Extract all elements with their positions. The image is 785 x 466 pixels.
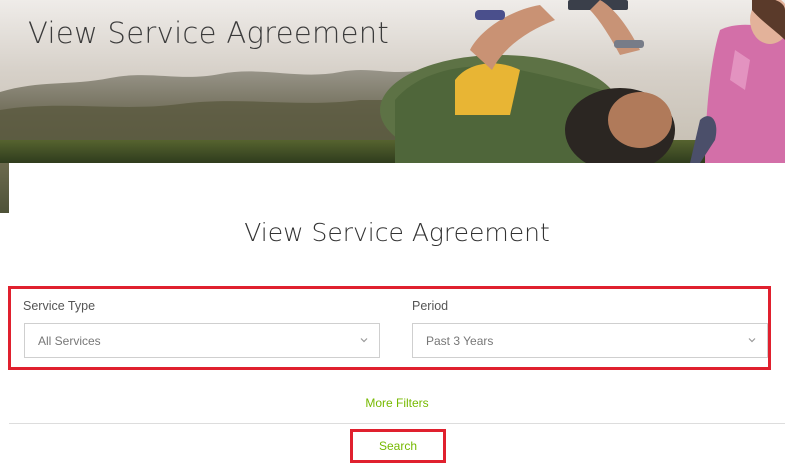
period-label: Period [412, 299, 449, 313]
period-value: Past 3 Years [426, 334, 494, 348]
service-agreement-card: View Service Agreement Service Type All … [8, 163, 785, 466]
service-type-value: All Services [38, 334, 101, 348]
chevron-down-icon [360, 338, 368, 343]
chevron-down-icon [748, 338, 756, 343]
page: View Service Agreement View Service Agre… [0, 0, 785, 466]
hero-photo-edge [0, 163, 9, 213]
period-select[interactable]: Past 3 Years [412, 323, 768, 358]
search-button[interactable]: Search [350, 429, 446, 463]
page-title: View Service Agreement [244, 218, 550, 247]
service-type-select[interactable]: All Services [24, 323, 380, 358]
filter-panel: Service Type All Services Period Past 3 … [8, 286, 771, 370]
hero-title: View Service Agreement [28, 16, 390, 50]
divider [9, 423, 785, 424]
hero-banner: View Service Agreement [0, 0, 785, 163]
more-filters-link[interactable]: More Filters [9, 396, 785, 410]
service-type-label: Service Type [23, 299, 96, 313]
